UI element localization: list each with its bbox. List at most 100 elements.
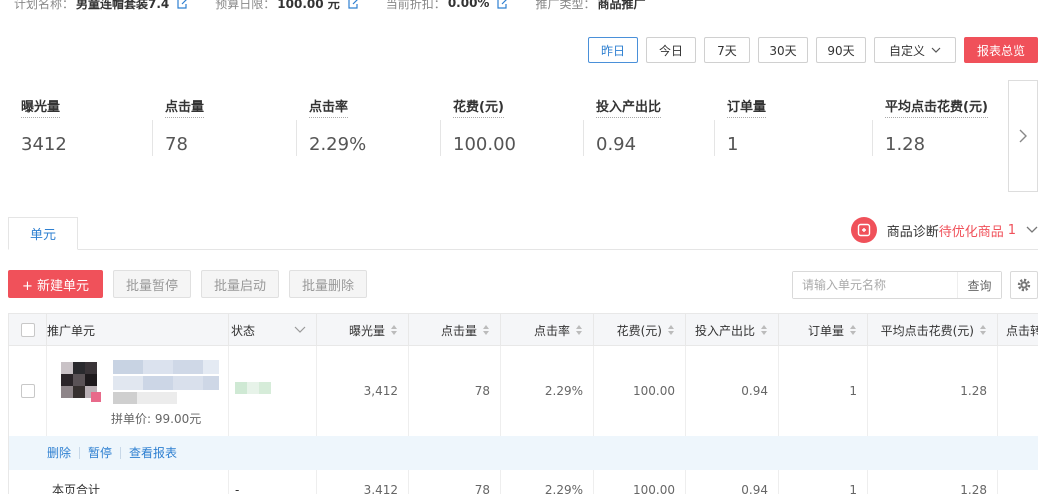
- metric-roi: 投入产出比 0.94: [583, 82, 714, 182]
- metrics-next-button[interactable]: [1008, 80, 1038, 192]
- plan-info-bar: 计划名称： 男童连帽套装7.4 预算日限： 100.00 元 当前折扣： 0.0…: [14, 0, 671, 12]
- product-diagnosis[interactable]: 商品诊断 待优化商品 1: [850, 217, 1038, 243]
- diagnosis-label: 商品诊断: [886, 224, 939, 240]
- status-blurred: [235, 382, 271, 394]
- row-checkbox[interactable]: [20, 384, 35, 398]
- batch-start-button[interactable]: 批量启动: [201, 270, 280, 298]
- header-roi[interactable]: 投入产出比: [686, 314, 779, 346]
- plan-name-item: 计划名称： 男童连帽套装7.4: [14, 0, 189, 12]
- table-header: 推广单元 状态 曝光量 点击量 点击率 花费(元) 投入产出比 订单量 平均点击…: [9, 313, 1038, 346]
- unit-search: 查询: [792, 271, 1002, 299]
- view-report-link[interactable]: 查看报表: [121, 447, 185, 459]
- metric-value: 0.94: [596, 134, 637, 155]
- orders-cell: 1: [779, 346, 868, 436]
- metric-avg-cpc: 平均点击花费(元) 1.28: [872, 82, 1008, 182]
- today-button[interactable]: 今日: [646, 37, 696, 63]
- metric-clicks: 点击量 78: [152, 82, 296, 182]
- header-orders[interactable]: 订单量: [779, 314, 868, 346]
- 7-days-button[interactable]: 7天: [704, 37, 750, 63]
- edit-icon[interactable]: [497, 0, 509, 9]
- unit-search-input[interactable]: [793, 272, 953, 298]
- plan-name-value: 男童连帽套装7.4: [76, 0, 170, 11]
- pause-link[interactable]: 暂停: [80, 447, 122, 459]
- page-total-row: 本页合计 - 3,412 78 2.29% 100.00 0.94 1 1.28: [9, 470, 1038, 494]
- metric-divider: [583, 120, 584, 156]
- metric-label[interactable]: 平均点击花费(元): [885, 96, 988, 118]
- header-avg-cpc[interactable]: 平均点击花费(元): [868, 314, 998, 346]
- header-orders-label: 订单量: [807, 323, 844, 338]
- unit-table: 推广单元 状态 曝光量 点击量 点击率 花费(元) 投入产出比 订单量 平均点击…: [8, 313, 1038, 494]
- search-button[interactable]: 查询: [957, 272, 1001, 298]
- action-bar: + 新建单元 批量暂停 批量启动 批量删除: [8, 270, 368, 298]
- header-impressions-label: 曝光量: [348, 323, 385, 338]
- discount-label: 当前折扣：: [385, 0, 446, 11]
- header-more-label: 点击转: [1006, 323, 1038, 338]
- metric-cost: 花费(元) 100.00: [440, 82, 584, 182]
- sort-icon: [668, 325, 674, 335]
- header-cost[interactable]: 花费(元): [594, 314, 686, 346]
- budget-item: 预算日限： 100.00 元: [215, 0, 360, 12]
- metric-impressions: 曝光量 3412: [8, 82, 152, 182]
- header-impressions[interactable]: 曝光量: [317, 314, 409, 346]
- total-orders: 1: [779, 470, 868, 494]
- discount-item: 当前折扣： 0.00%: [386, 0, 510, 12]
- tab-unit[interactable]: 单元: [8, 217, 78, 250]
- clicks-cell: 78: [409, 346, 501, 436]
- delete-link[interactable]: 删除: [47, 447, 81, 459]
- metric-divider: [296, 120, 297, 156]
- select-all-checkbox[interactable]: [20, 323, 35, 337]
- impressions-cell: 3,412: [317, 346, 409, 436]
- header-more[interactable]: 点击转: [998, 314, 1038, 346]
- header-status[interactable]: 状态: [229, 314, 317, 346]
- cost-cell: 100.00: [594, 346, 686, 436]
- diagnosis-count: 1: [1007, 222, 1016, 238]
- metric-divider: [152, 120, 153, 156]
- metric-ctr: 点击率 2.29%: [296, 82, 440, 182]
- metric-label[interactable]: 点击量: [165, 96, 205, 118]
- gear-icon: [1017, 278, 1031, 292]
- custom-range-button[interactable]: 自定义: [874, 37, 956, 63]
- tab-bar: 单元 商品诊断 待优化商品 1: [8, 217, 1038, 250]
- total-impressions: 3,412: [317, 470, 409, 494]
- metric-value: 100.00: [453, 134, 516, 155]
- edit-icon[interactable]: [177, 0, 189, 9]
- new-unit-button[interactable]: + 新建单元: [8, 270, 103, 298]
- report-overview-button[interactable]: 报表总览: [964, 37, 1038, 63]
- metric-value: 1: [727, 134, 739, 155]
- 90-days-button[interactable]: 90天: [816, 37, 866, 63]
- metric-divider: [440, 120, 441, 156]
- type-item: 推广类型： 商品推广: [535, 0, 645, 12]
- metric-label[interactable]: 点击率: [309, 96, 349, 118]
- group-price: 拼单价: 99.00元: [111, 412, 202, 426]
- batch-pause-button[interactable]: 批量暂停: [113, 270, 192, 298]
- batch-delete-button[interactable]: 批量删除: [289, 270, 368, 298]
- chevron-down-icon: [294, 326, 306, 333]
- discount-value: 0.00%: [447, 0, 490, 10]
- header-ctr[interactable]: 点击率: [501, 314, 594, 346]
- metric-value: 2.29%: [309, 134, 367, 155]
- more-cell: [998, 346, 1038, 436]
- metrics-panel: 曝光量 3412 点击量 78 点击率 2.29% 花费(元) 100.00 投…: [8, 82, 1008, 192]
- header-clicks[interactable]: 点击量: [409, 314, 501, 346]
- ctr-cell: 2.29%: [501, 346, 594, 436]
- diagnosis-icon: [850, 217, 877, 243]
- date-range-bar: 昨日 今日 7天 30天 90天 自定义 报表总览: [588, 37, 1038, 63]
- header-clicks-label: 点击量: [440, 323, 477, 338]
- column-settings-button[interactable]: [1010, 271, 1038, 299]
- yesterday-button[interactable]: 昨日: [588, 37, 638, 63]
- metric-orders: 订单量 1: [714, 82, 872, 182]
- unit-cell[interactable]: 拼单价: 99.00元: [47, 346, 229, 436]
- metric-label[interactable]: 投入产出比: [596, 96, 662, 118]
- header-avg-cpc-label: 平均点击花费(元): [880, 323, 974, 338]
- product-title-blurred: [113, 360, 219, 404]
- 30-days-button[interactable]: 30天: [758, 37, 808, 63]
- metric-label[interactable]: 花费(元): [453, 96, 504, 118]
- metric-label[interactable]: 订单量: [727, 96, 767, 118]
- total-more: [998, 470, 1038, 494]
- metric-label[interactable]: 曝光量: [21, 96, 61, 118]
- total-status: -: [229, 470, 317, 494]
- product-thumbnail: [55, 358, 103, 406]
- sort-icon: [483, 325, 489, 335]
- metric-divider: [714, 120, 715, 156]
- edit-icon[interactable]: [348, 0, 360, 9]
